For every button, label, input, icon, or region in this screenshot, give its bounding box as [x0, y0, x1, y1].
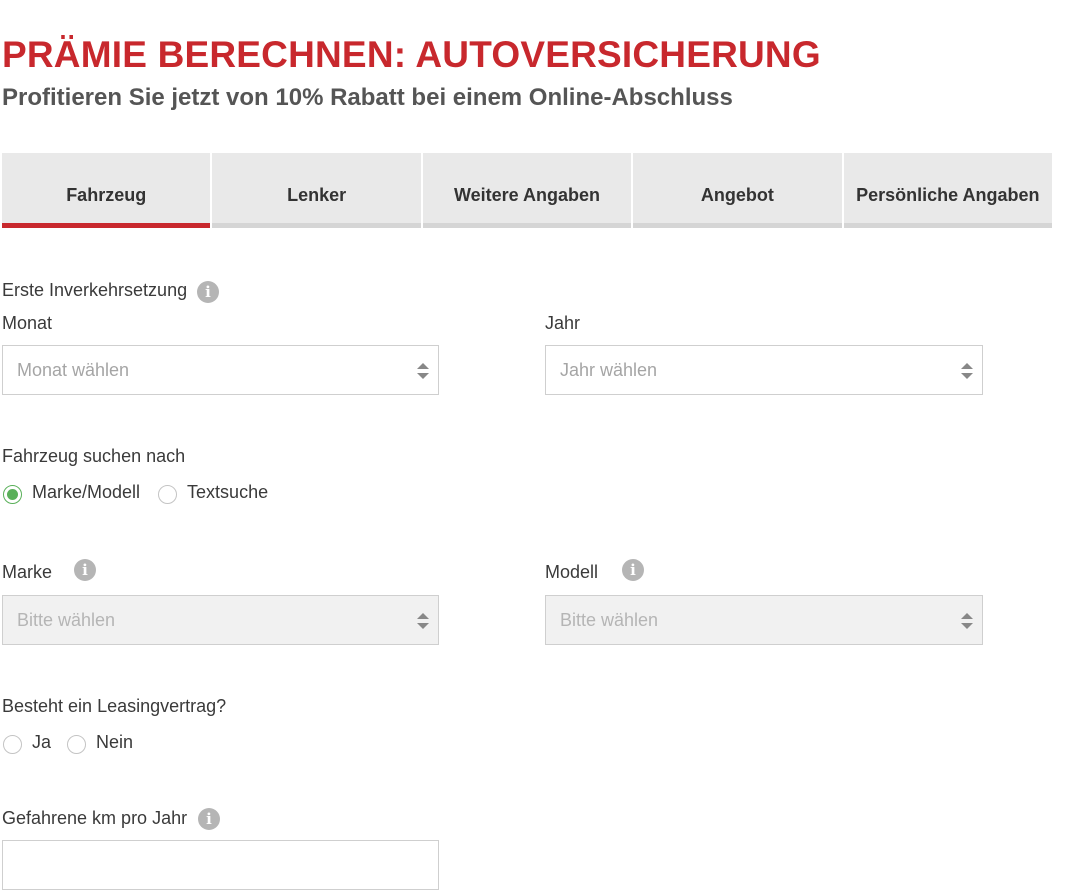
page-title: PRÄMIE BERECHNEN: AUTOVERSICHERUNG: [2, 34, 821, 75]
brand-select[interactable]: Bitte wählen: [2, 595, 439, 645]
year-label: Jahr: [545, 313, 581, 333]
tab-fahrzeug[interactable]: Fahrzeug: [2, 153, 211, 228]
sort-arrows-icon: [961, 363, 973, 379]
radio-unchecked-icon[interactable]: [67, 735, 87, 754]
radio-label: Ja: [32, 732, 52, 752]
sort-arrows-icon: [417, 613, 429, 629]
search-by-label: Fahrzeug suchen nach: [2, 446, 186, 466]
radio-label: Textsuche: [187, 482, 269, 502]
year-select-placeholder: Jahr wählen: [560, 359, 658, 380]
year-select[interactable]: Jahr wählen: [545, 345, 983, 395]
radio-ja[interactable]: Ja: [3, 732, 52, 754]
month-select[interactable]: Monat wählen: [2, 345, 439, 395]
page-subtitle: Profitieren Sie jetzt von 10% Rabatt bei…: [2, 84, 733, 111]
search-by-radio-group: Marke/Modell Textsuche: [3, 482, 284, 504]
radio-checked-icon[interactable]: [3, 485, 22, 504]
km-per-year-input[interactable]: [2, 840, 439, 890]
model-label: Modell: [545, 562, 599, 582]
tab-lenker[interactable]: Lenker: [212, 153, 421, 228]
info-icon[interactable]: i: [74, 559, 96, 581]
info-icon[interactable]: i: [622, 559, 644, 581]
model-select[interactable]: Bitte wählen: [545, 595, 983, 645]
km-per-year-label: Gefahrene km pro Jahr: [2, 808, 188, 828]
month-select-placeholder: Monat wählen: [17, 359, 130, 380]
info-icon[interactable]: i: [198, 808, 220, 830]
tab-angebot[interactable]: Angebot: [633, 153, 842, 228]
tab-persoenliche-angaben[interactable]: Persönliche Angaben: [843, 153, 1053, 228]
first-registration-label: Erste Inverkehrsetzung: [2, 280, 188, 300]
radio-unchecked-icon[interactable]: [158, 485, 178, 504]
model-select-placeholder: Bitte wählen: [560, 609, 659, 630]
leasing-label: Besteht ein Leasingvertrag?: [2, 696, 227, 716]
radio-label: Marke/Modell: [32, 482, 141, 502]
brand-label: Marke: [2, 562, 53, 582]
info-icon[interactable]: i: [197, 281, 219, 303]
radio-marke-modell[interactable]: Marke/Modell: [3, 482, 141, 504]
step-tabs: Fahrzeug Lenker Weitere Angaben Angebot …: [2, 153, 1053, 228]
sort-arrows-icon: [961, 613, 973, 629]
radio-nein[interactable]: Nein: [67, 732, 134, 754]
month-label: Monat: [2, 313, 53, 333]
leasing-radio-group: Ja Nein: [3, 732, 149, 754]
radio-label: Nein: [96, 732, 134, 752]
radio-unchecked-icon[interactable]: [3, 735, 22, 754]
tab-weitere-angaben[interactable]: Weitere Angaben: [422, 153, 632, 228]
brand-select-placeholder: Bitte wählen: [17, 609, 116, 630]
sort-arrows-icon: [417, 363, 429, 379]
radio-textsuche[interactable]: Textsuche: [158, 482, 269, 504]
